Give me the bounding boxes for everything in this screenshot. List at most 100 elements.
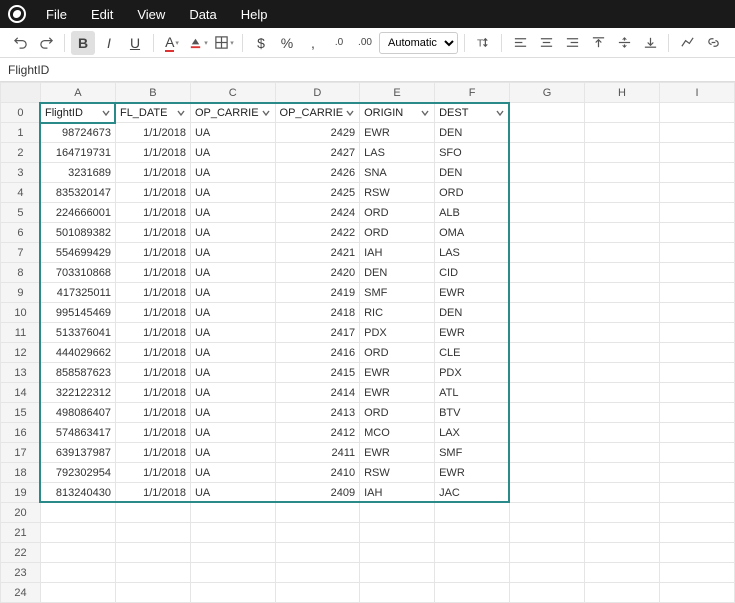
row-header[interactable]: 0 xyxy=(1,103,41,123)
column-header-A[interactable]: A xyxy=(40,83,115,103)
cell[interactable]: SMF xyxy=(360,283,435,303)
font-size-button[interactable]: T xyxy=(471,31,495,55)
cell[interactable]: 1/1/2018 xyxy=(115,123,190,143)
row-header[interactable]: 2 xyxy=(1,143,41,163)
link-button[interactable] xyxy=(701,31,725,55)
cell[interactable] xyxy=(659,403,734,423)
spreadsheet-grid[interactable]: ABCDEFGHI0FlightIDFL_DATEOP_CARRIEOP_CAR… xyxy=(0,82,735,603)
cell[interactable] xyxy=(585,203,660,223)
cell[interactable] xyxy=(360,523,435,543)
cell[interactable]: 444029662 xyxy=(40,343,115,363)
cell[interactable]: 813240430 xyxy=(40,483,115,503)
column-header-H[interactable]: H xyxy=(585,83,660,103)
cell[interactable]: DEN xyxy=(435,163,510,183)
cell[interactable]: 2419 xyxy=(275,283,360,303)
cell[interactable]: DEN xyxy=(435,123,510,143)
filter-dropdown-icon[interactable] xyxy=(101,108,111,118)
cell[interactable] xyxy=(510,223,585,243)
cell[interactable] xyxy=(510,343,585,363)
column-header-B[interactable]: B xyxy=(115,83,190,103)
cell[interactable] xyxy=(659,263,734,283)
fill-color-button[interactable]: ▾ xyxy=(186,31,210,55)
cell[interactable]: 1/1/2018 xyxy=(115,363,190,383)
cell[interactable]: IAH xyxy=(360,483,435,503)
cell[interactable] xyxy=(585,583,660,603)
cell[interactable] xyxy=(659,103,734,123)
cell[interactable]: 417325011 xyxy=(40,283,115,303)
cell[interactable]: 2414 xyxy=(275,383,360,403)
cell[interactable]: 2412 xyxy=(275,423,360,443)
valign-bottom-button[interactable] xyxy=(638,31,662,55)
cell[interactable] xyxy=(510,543,585,563)
cell[interactable]: BTV xyxy=(435,403,510,423)
row-header[interactable]: 22 xyxy=(1,543,41,563)
cell[interactable]: EWR xyxy=(360,383,435,403)
filter-dropdown-icon[interactable] xyxy=(495,108,505,118)
menu-help[interactable]: Help xyxy=(231,3,278,26)
cell[interactable] xyxy=(40,523,115,543)
cell[interactable] xyxy=(585,283,660,303)
cell[interactable]: 1/1/2018 xyxy=(115,223,190,243)
cell[interactable]: 2413 xyxy=(275,403,360,423)
cell[interactable]: CLE xyxy=(435,343,510,363)
cell[interactable] xyxy=(585,263,660,283)
cell[interactable]: UA xyxy=(190,323,275,343)
cell[interactable] xyxy=(510,583,585,603)
cell[interactable]: LAX xyxy=(435,423,510,443)
cell[interactable] xyxy=(659,163,734,183)
cell[interactable] xyxy=(659,123,734,143)
row-header[interactable]: 23 xyxy=(1,563,41,583)
cell[interactable]: 501089382 xyxy=(40,223,115,243)
name-box[interactable]: FlightID xyxy=(0,58,735,82)
cell[interactable] xyxy=(435,543,510,563)
cell[interactable]: LAS xyxy=(360,143,435,163)
cell[interactable] xyxy=(510,143,585,163)
cell[interactable]: UA xyxy=(190,303,275,323)
cell[interactable] xyxy=(190,563,275,583)
cell[interactable]: LAS xyxy=(435,243,510,263)
cell[interactable] xyxy=(435,563,510,583)
cell[interactable]: SNA xyxy=(360,163,435,183)
cell[interactable]: 2417 xyxy=(275,323,360,343)
cell[interactable] xyxy=(585,103,660,123)
cell[interactable]: 2421 xyxy=(275,243,360,263)
menu-file[interactable]: File xyxy=(36,3,77,26)
cell[interactable]: UA xyxy=(190,223,275,243)
cell[interactable]: OP_CARRIE xyxy=(275,103,360,123)
currency-button[interactable]: $ xyxy=(249,31,273,55)
percent-button[interactable]: % xyxy=(275,31,299,55)
cell[interactable]: 98724673 xyxy=(40,123,115,143)
cell[interactable] xyxy=(659,583,734,603)
cell[interactable]: UA xyxy=(190,163,275,183)
cell[interactable] xyxy=(510,463,585,483)
row-header[interactable]: 14 xyxy=(1,383,41,403)
cell[interactable]: 1/1/2018 xyxy=(115,303,190,323)
cell[interactable]: EWR xyxy=(360,363,435,383)
cell[interactable]: 1/1/2018 xyxy=(115,483,190,503)
cell[interactable]: FlightID xyxy=(40,103,115,123)
cell[interactable]: 2424 xyxy=(275,203,360,223)
bold-button[interactable]: B xyxy=(71,31,95,55)
cell[interactable] xyxy=(115,563,190,583)
increase-decimal-button[interactable]: .00 xyxy=(353,31,377,55)
filter-dropdown-icon[interactable] xyxy=(176,108,186,118)
row-header[interactable]: 7 xyxy=(1,243,41,263)
cell[interactable] xyxy=(435,523,510,543)
cell[interactable] xyxy=(510,103,585,123)
cell[interactable] xyxy=(659,523,734,543)
column-header-G[interactable]: G xyxy=(510,83,585,103)
column-header-D[interactable]: D xyxy=(275,83,360,103)
thousands-button[interactable]: , xyxy=(301,31,325,55)
row-header[interactable]: 17 xyxy=(1,443,41,463)
cell[interactable]: ORIGIN xyxy=(360,103,435,123)
cell[interactable]: UA xyxy=(190,463,275,483)
cell[interactable] xyxy=(659,363,734,383)
cell[interactable]: UA xyxy=(190,203,275,223)
cell[interactable] xyxy=(190,503,275,523)
app-logo[interactable] xyxy=(8,5,26,23)
cell[interactable] xyxy=(360,503,435,523)
redo-button[interactable] xyxy=(34,31,58,55)
cell[interactable] xyxy=(659,143,734,163)
cell[interactable]: 2415 xyxy=(275,363,360,383)
cell[interactable]: ORD xyxy=(360,403,435,423)
